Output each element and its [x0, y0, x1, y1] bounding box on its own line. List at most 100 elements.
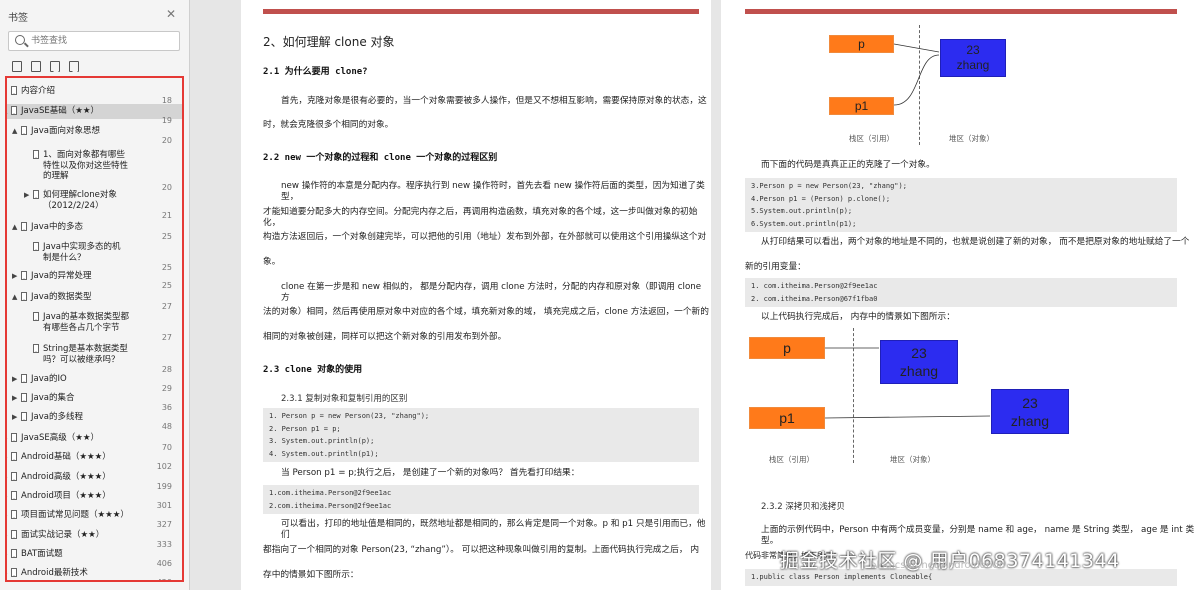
bookmark-icon — [11, 472, 17, 481]
bookmark-icon[interactable] — [69, 61, 79, 72]
expand-icon[interactable]: ▶ — [7, 491, 8, 502]
bookmark-icon — [21, 393, 27, 402]
bookmark-icon — [21, 126, 27, 135]
bookmark-toolbar — [12, 61, 79, 72]
expand-icon[interactable]: ▶ — [7, 568, 8, 579]
bookmark-item[interactable]: ▲ Java面向对象思想 20 — [7, 124, 182, 145]
paragraph-line: 可以看出，打印的地址值是相同的，既然地址都是相同的，那么肯定是同一个对象。p 和… — [281, 519, 706, 540]
expand-icon[interactable]: ▶ — [7, 472, 8, 483]
paragraph-line: 才能知道要分配多大的内存空间。分配完内存之后，再调用构造函数，填充对象的各个域，… — [263, 207, 698, 228]
subsection-title: 2.3 clone 对象的使用 — [263, 365, 363, 375]
code-line: 5.System.out.println(p); — [751, 207, 853, 215]
code-line: 4.Person p1 = (Person) p.clone(); — [751, 194, 891, 203]
bookmark-icon — [21, 222, 27, 231]
bookmark-item[interactable]: ▶Android基础（★★★）102 — [7, 450, 182, 471]
expand-icon[interactable]: ▶ — [24, 190, 29, 201]
bookmark-label: Java中实现多态的机制是什么？ — [43, 242, 121, 263]
bookmark-label: 如何理解clone对象（2012/2/24） — [43, 190, 117, 211]
expand-icon[interactable]: ▶ — [7, 433, 8, 444]
bookmark-icon — [21, 412, 27, 421]
bookmark-icon — [11, 452, 17, 461]
code-line: 1. Person p = new Person(23, "zhang"); — [269, 412, 430, 420]
bookmark-item[interactable]: ▲ Java中的多态 25 — [7, 220, 182, 241]
paragraph-line: 都指向了一个相同的对象 Person(23, “zhang”）。 可以把这种现象… — [263, 545, 700, 555]
bookmark-label: JavaSE基础（★★） — [21, 106, 99, 116]
document-view[interactable]: 2、如何理解 clone 对象 2.1 为什么要用 clone? 首先，克隆对象… — [191, 0, 1200, 590]
subsubsection-title: 2.3.1 复制对象和复制引用的区别 — [281, 394, 408, 404]
bookmark-item[interactable]: ▶项目面试常见问题（★★★）327 — [7, 508, 182, 529]
collapse-icon[interactable]: ▲ — [7, 106, 8, 117]
bookmark-item[interactable]: ▶JavaSE高级（★★）70 — [7, 431, 182, 452]
expand-icon[interactable]: ▶ — [7, 530, 8, 541]
bookmark-search-input[interactable] — [31, 34, 171, 48]
bookmark-label: Java的多线程 — [31, 412, 83, 422]
bookmark-label: 1、面向对象都有哪些特性以及你对这些特性的理解 — [43, 150, 129, 181]
paragraph-line: new 操作符的本意是分配内存。程序执行到 new 操作符时，首先去看 new … — [281, 181, 705, 202]
code-line: 1. com.itheima.Person@2f9ee1ac — [751, 282, 878, 290]
paragraph-line: 而下面的代码是真真正正的克隆了一个对象。 — [761, 160, 935, 170]
expand-icon[interactable]: ▶ — [12, 374, 17, 385]
bookmark-label: Java的数据类型 — [31, 292, 92, 302]
bookmarks-panel: 书签 ✕ 内容介绍18▲JavaSE基础（★★）19▲Java面向对象思想201… — [0, 0, 190, 590]
bookmark-icon — [11, 549, 17, 558]
bookmark-item[interactable]: Java中实现多态的机制是什么？ 25 — [7, 240, 182, 272]
bookmark-icon — [11, 568, 17, 577]
pdf-page-left: 2、如何理解 clone 对象 2.1 为什么要用 clone? 首先，克隆对象… — [241, 0, 711, 590]
close-icon[interactable]: ✕ — [166, 7, 176, 21]
bookmark-item[interactable]: Java的基本数据类型都有哪些各占几个字节 27 — [7, 310, 182, 342]
collapse-icon[interactable]: ▲ — [12, 126, 17, 137]
bookmark-item[interactable]: ▶ Android最新技术 420 — [7, 566, 182, 580]
expand-all-icon[interactable] — [12, 61, 22, 72]
bookmark-item[interactable]: ▶ Java的集合 36 — [7, 391, 182, 412]
bookmark-label: String是基本数据类型吗？可以被继承吗？ — [43, 344, 128, 365]
paragraph-line: 存中的情景如下图所示： — [263, 570, 359, 580]
stack-label: 栈区（引用） — [849, 134, 894, 143]
header-bar — [745, 9, 1177, 14]
heap-label: 堆区（对象） — [890, 455, 935, 464]
subsection-title: 2.1 为什么要用 clone? — [263, 67, 368, 77]
bookmark-item[interactable]: ▶ Java的多线程 48 — [7, 410, 182, 431]
bookmark-label: Android最新技术 — [21, 568, 88, 578]
expand-icon[interactable]: ▶ — [12, 393, 17, 404]
paragraph-line: 象。 — [263, 257, 281, 267]
bookmark-item[interactable]: ▶BAT面试题406 — [7, 547, 182, 568]
bookmark-search-field[interactable] — [8, 31, 180, 51]
expand-icon[interactable]: ▶ — [7, 452, 8, 463]
bookmark-item[interactable]: ▶Android高级（★★★）199 — [7, 470, 182, 491]
bookmark-item[interactable]: ▶ 如何理解clone对象（2012/2/24） 21 — [7, 188, 182, 220]
expand-icon[interactable]: ▶ — [12, 271, 17, 282]
expand-icon[interactable]: ▶ — [7, 510, 8, 521]
bookmark-item[interactable]: 内容介绍 18 — [7, 84, 182, 105]
code-line: 3. System.out.println(p); — [269, 437, 375, 445]
subsubsection-title: 2.3.2 深拷贝和浅拷贝 — [761, 502, 845, 512]
bookmark-item[interactable]: ▲ Java的数据类型 27 — [7, 290, 182, 311]
bookmark-item[interactable]: ▶ Java的IO 29 — [7, 372, 182, 393]
watermark-url: blog.csdn.net/Androiddddd — [870, 560, 1006, 571]
expand-icon[interactable]: ▶ — [12, 412, 17, 423]
expand-icon[interactable]: ▶ — [7, 549, 8, 560]
bookmark-item[interactable]: ▲JavaSE基础（★★）19 — [7, 104, 182, 125]
bookmark-item[interactable]: 1、面向对象都有哪些特性以及你对这些特性的理解 20 — [7, 148, 182, 192]
collapse-icon[interactable]: ▲ — [12, 222, 17, 233]
bookmark-item[interactable]: String是基本数据类型吗？可以被继承吗？ 28 — [7, 342, 182, 374]
paragraph-line: 时，就会克隆很多个相同的对象。 — [263, 120, 394, 130]
bookmark-icon — [11, 86, 17, 95]
code-line: 3.Person p = new Person(23, "zhang"); — [751, 182, 907, 190]
add-bookmark-icon[interactable] — [50, 61, 60, 72]
paragraph-line: 上面的示例代码中，Person 中有两个成员变量，分别是 name 和 age，… — [761, 525, 1195, 546]
bookmark-item[interactable]: ▶Android项目（★★★）301 — [7, 489, 182, 510]
bookmark-icon — [11, 510, 17, 519]
stack-label: 栈区（引用） — [769, 455, 814, 464]
bookmark-icon — [33, 242, 39, 251]
bookmark-label: Java的集合 — [31, 393, 75, 403]
collapse-icon[interactable]: ▲ — [12, 292, 17, 303]
bookmark-icon — [21, 292, 27, 301]
bookmark-label: 项目面试常见问题（★★★） — [21, 510, 129, 520]
bookmark-item[interactable]: ▶面试实战记录（★★）333 — [7, 528, 182, 549]
memory-diagram-2: p p1 23 zhang 23 zhang 栈区（引用） 堆区（对象） — [745, 328, 1069, 468]
collapse-all-icon[interactable] — [31, 61, 41, 72]
bookmarks-title: 书签 — [8, 13, 28, 24]
bookmark-item[interactable]: ▶ Java的异常处理 25 — [7, 269, 182, 290]
bookmark-icon — [11, 433, 17, 442]
arrow-p1 — [893, 54, 940, 106]
